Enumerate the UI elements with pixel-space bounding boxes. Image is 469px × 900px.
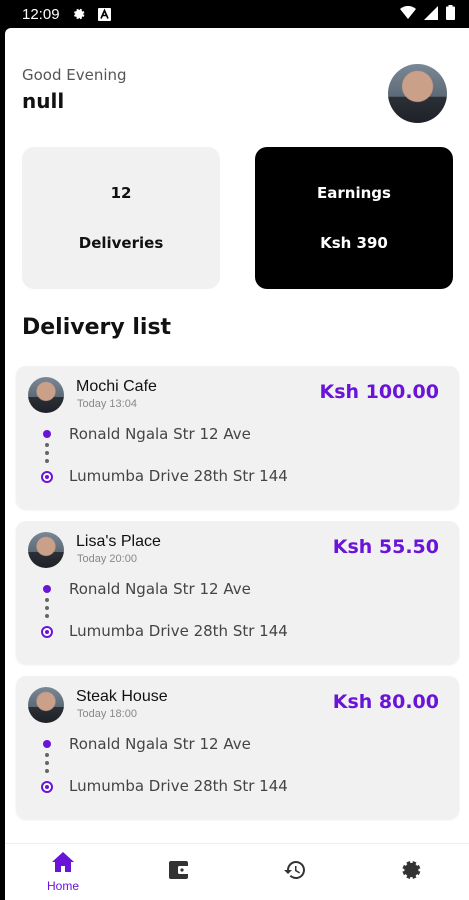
- earnings-label: Earnings: [317, 184, 391, 202]
- pickup-address: Ronald Ngala Str 12 Ave: [69, 735, 251, 753]
- dropoff-pin-icon: [41, 781, 53, 793]
- delivery-card[interactable]: Lisa's Place Today 20:00 Ksh 55.50 Ronal…: [16, 521, 459, 664]
- deliveries-count: 12: [110, 184, 132, 202]
- route-indicator: [40, 585, 54, 643]
- a-badge-icon: [97, 7, 111, 21]
- pickup-address: Ronald Ngala Str 12 Ave: [69, 425, 251, 443]
- route-dot: [45, 443, 49, 447]
- nav-home-label: Home: [46, 879, 79, 893]
- route-dot: [45, 769, 49, 773]
- delivery-price: Ksh 80.00: [332, 691, 439, 713]
- dropoff-address: Lumumba Drive 28th Str 144: [69, 467, 288, 485]
- username: null: [22, 89, 65, 113]
- nav-history[interactable]: [237, 844, 353, 900]
- avatar: [28, 377, 64, 413]
- pickup-dot-icon: [43, 585, 51, 593]
- history-icon: [283, 858, 307, 886]
- dropoff-pin-icon: [41, 626, 53, 638]
- earnings-stat-card[interactable]: Earnings Ksh 390: [255, 147, 453, 289]
- wifi-icon: [400, 5, 416, 24]
- gear-icon: [72, 7, 86, 21]
- route-dot: [45, 459, 49, 463]
- nav-home[interactable]: Home: [5, 844, 121, 900]
- route-dot: [45, 451, 49, 455]
- status-bar: 12:09: [0, 0, 469, 28]
- delivery-card[interactable]: Mochi Cafe Today 13:04 Ksh 100.00 Ronald…: [16, 366, 459, 509]
- route-dot: [45, 761, 49, 765]
- bottom-navigation: Home: [5, 843, 469, 900]
- settings-icon: [399, 858, 423, 886]
- deliveries-label: Deliveries: [78, 234, 164, 252]
- status-time: 12:09: [22, 5, 60, 23]
- home-screen: Good Evening null 12 Deliveries Earnings…: [5, 28, 469, 900]
- pickup-address: Ronald Ngala Str 12 Ave: [69, 580, 251, 598]
- dropoff-pin-icon: [41, 471, 53, 483]
- delivery-name: Lisa's Place: [76, 533, 161, 550]
- delivery-name: Mochi Cafe: [76, 378, 157, 395]
- pickup-dot-icon: [43, 740, 51, 748]
- deliveries-stat-card[interactable]: 12 Deliveries: [22, 147, 220, 289]
- nav-wallet[interactable]: [121, 844, 237, 900]
- pickup-dot-icon: [43, 430, 51, 438]
- delivery-list-title: Delivery list: [22, 315, 172, 340]
- delivery-time: Today 20:00: [77, 553, 137, 565]
- route-dot: [45, 606, 49, 610]
- route-indicator: [40, 740, 54, 798]
- dropoff-address: Lumumba Drive 28th Str 144: [69, 777, 288, 795]
- delivery-card[interactable]: Steak House Today 18:00 Ksh 80.00 Ronald…: [16, 676, 459, 819]
- wallet-icon: [167, 859, 191, 885]
- dropoff-address: Lumumba Drive 28th Str 144: [69, 622, 288, 640]
- route-dot: [45, 598, 49, 602]
- home-icon: [51, 851, 75, 877]
- signal-icon: [424, 5, 438, 24]
- delivery-price: Ksh 100.00: [319, 381, 440, 403]
- delivery-price: Ksh 55.50: [332, 536, 439, 558]
- route-indicator: [40, 430, 54, 488]
- avatar: [28, 687, 64, 723]
- delivery-time: Today 13:04: [77, 398, 137, 410]
- profile-avatar[interactable]: [388, 64, 447, 123]
- nav-settings[interactable]: [353, 844, 469, 900]
- earnings-value: Ksh 390: [320, 234, 388, 252]
- delivery-time: Today 18:00: [77, 708, 137, 720]
- battery-icon: [446, 4, 455, 24]
- avatar: [28, 532, 64, 568]
- route-dot: [45, 753, 49, 757]
- route-dot: [45, 614, 49, 618]
- greeting-text: Good Evening: [22, 66, 127, 84]
- delivery-name: Steak House: [76, 688, 168, 705]
